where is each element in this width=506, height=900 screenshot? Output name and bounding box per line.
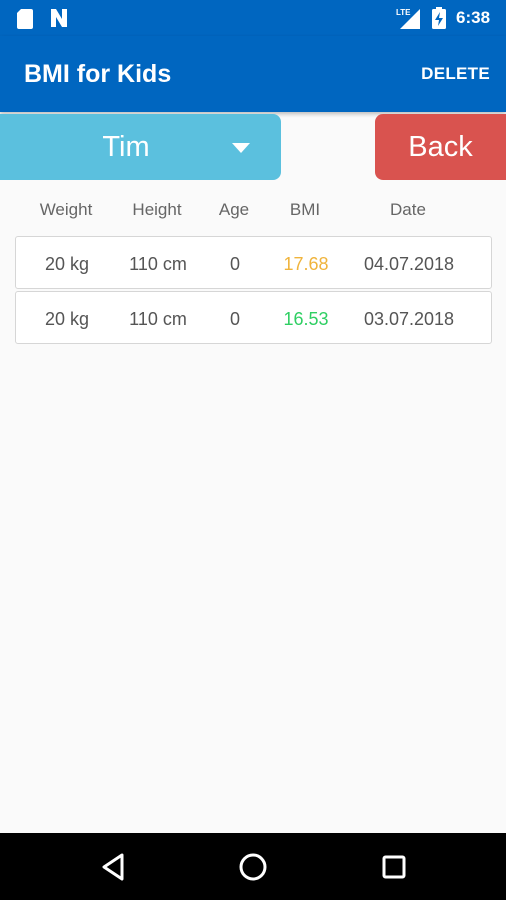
height-cell: 110 cm bbox=[129, 254, 187, 274]
table-row[interactable]: 20 kg 110 cm 0 17.68 04.07.2018 bbox=[15, 236, 492, 289]
network-type-label: LTE bbox=[396, 8, 411, 17]
column-header-age: Age bbox=[218, 200, 250, 219]
app-title: BMI for Kids bbox=[24, 60, 172, 88]
n-icon bbox=[51, 9, 67, 27]
battery-charging-icon bbox=[432, 7, 446, 29]
column-header-height: Height bbox=[132, 200, 182, 219]
navigation-bar bbox=[0, 833, 506, 900]
age-cell: 0 bbox=[229, 254, 240, 274]
height-cell: 110 cm bbox=[129, 309, 187, 329]
back-triangle-icon[interactable] bbox=[98, 851, 130, 883]
child-selector[interactable]: Tim bbox=[0, 114, 281, 180]
recents-square-icon[interactable] bbox=[378, 851, 410, 883]
bmi-cell: 17.68 bbox=[283, 254, 329, 274]
dropdown-caret-icon bbox=[232, 143, 250, 153]
app-bar: BMI for Kids DELETE bbox=[0, 36, 506, 112]
bmi-cell: 16.53 bbox=[283, 309, 329, 329]
weight-cell: 20 kg bbox=[44, 254, 90, 274]
date-cell: 03.07.2018 bbox=[363, 309, 455, 329]
delete-button[interactable]: DELETE bbox=[421, 64, 490, 84]
back-button-label: Back bbox=[408, 131, 473, 163]
column-header-date: Date bbox=[390, 200, 426, 219]
status-bar: LTE 6:38 bbox=[0, 0, 506, 36]
clock: 6:38 bbox=[456, 8, 491, 27]
table-row[interactable]: 20 kg 110 cm 0 16.53 03.07.2018 bbox=[15, 291, 492, 344]
lte-signal-icon: LTE bbox=[396, 8, 420, 29]
sd-card-icon bbox=[17, 9, 33, 29]
selected-child-name: Tim bbox=[102, 131, 150, 163]
column-header-weight: Weight bbox=[39, 200, 93, 219]
home-circle-icon[interactable] bbox=[237, 851, 269, 883]
weight-cell: 20 kg bbox=[44, 309, 90, 329]
back-button[interactable]: Back bbox=[375, 114, 506, 180]
column-header-bmi: BMI bbox=[289, 200, 321, 219]
age-cell: 0 bbox=[229, 309, 240, 329]
date-cell: 04.07.2018 bbox=[363, 254, 455, 274]
